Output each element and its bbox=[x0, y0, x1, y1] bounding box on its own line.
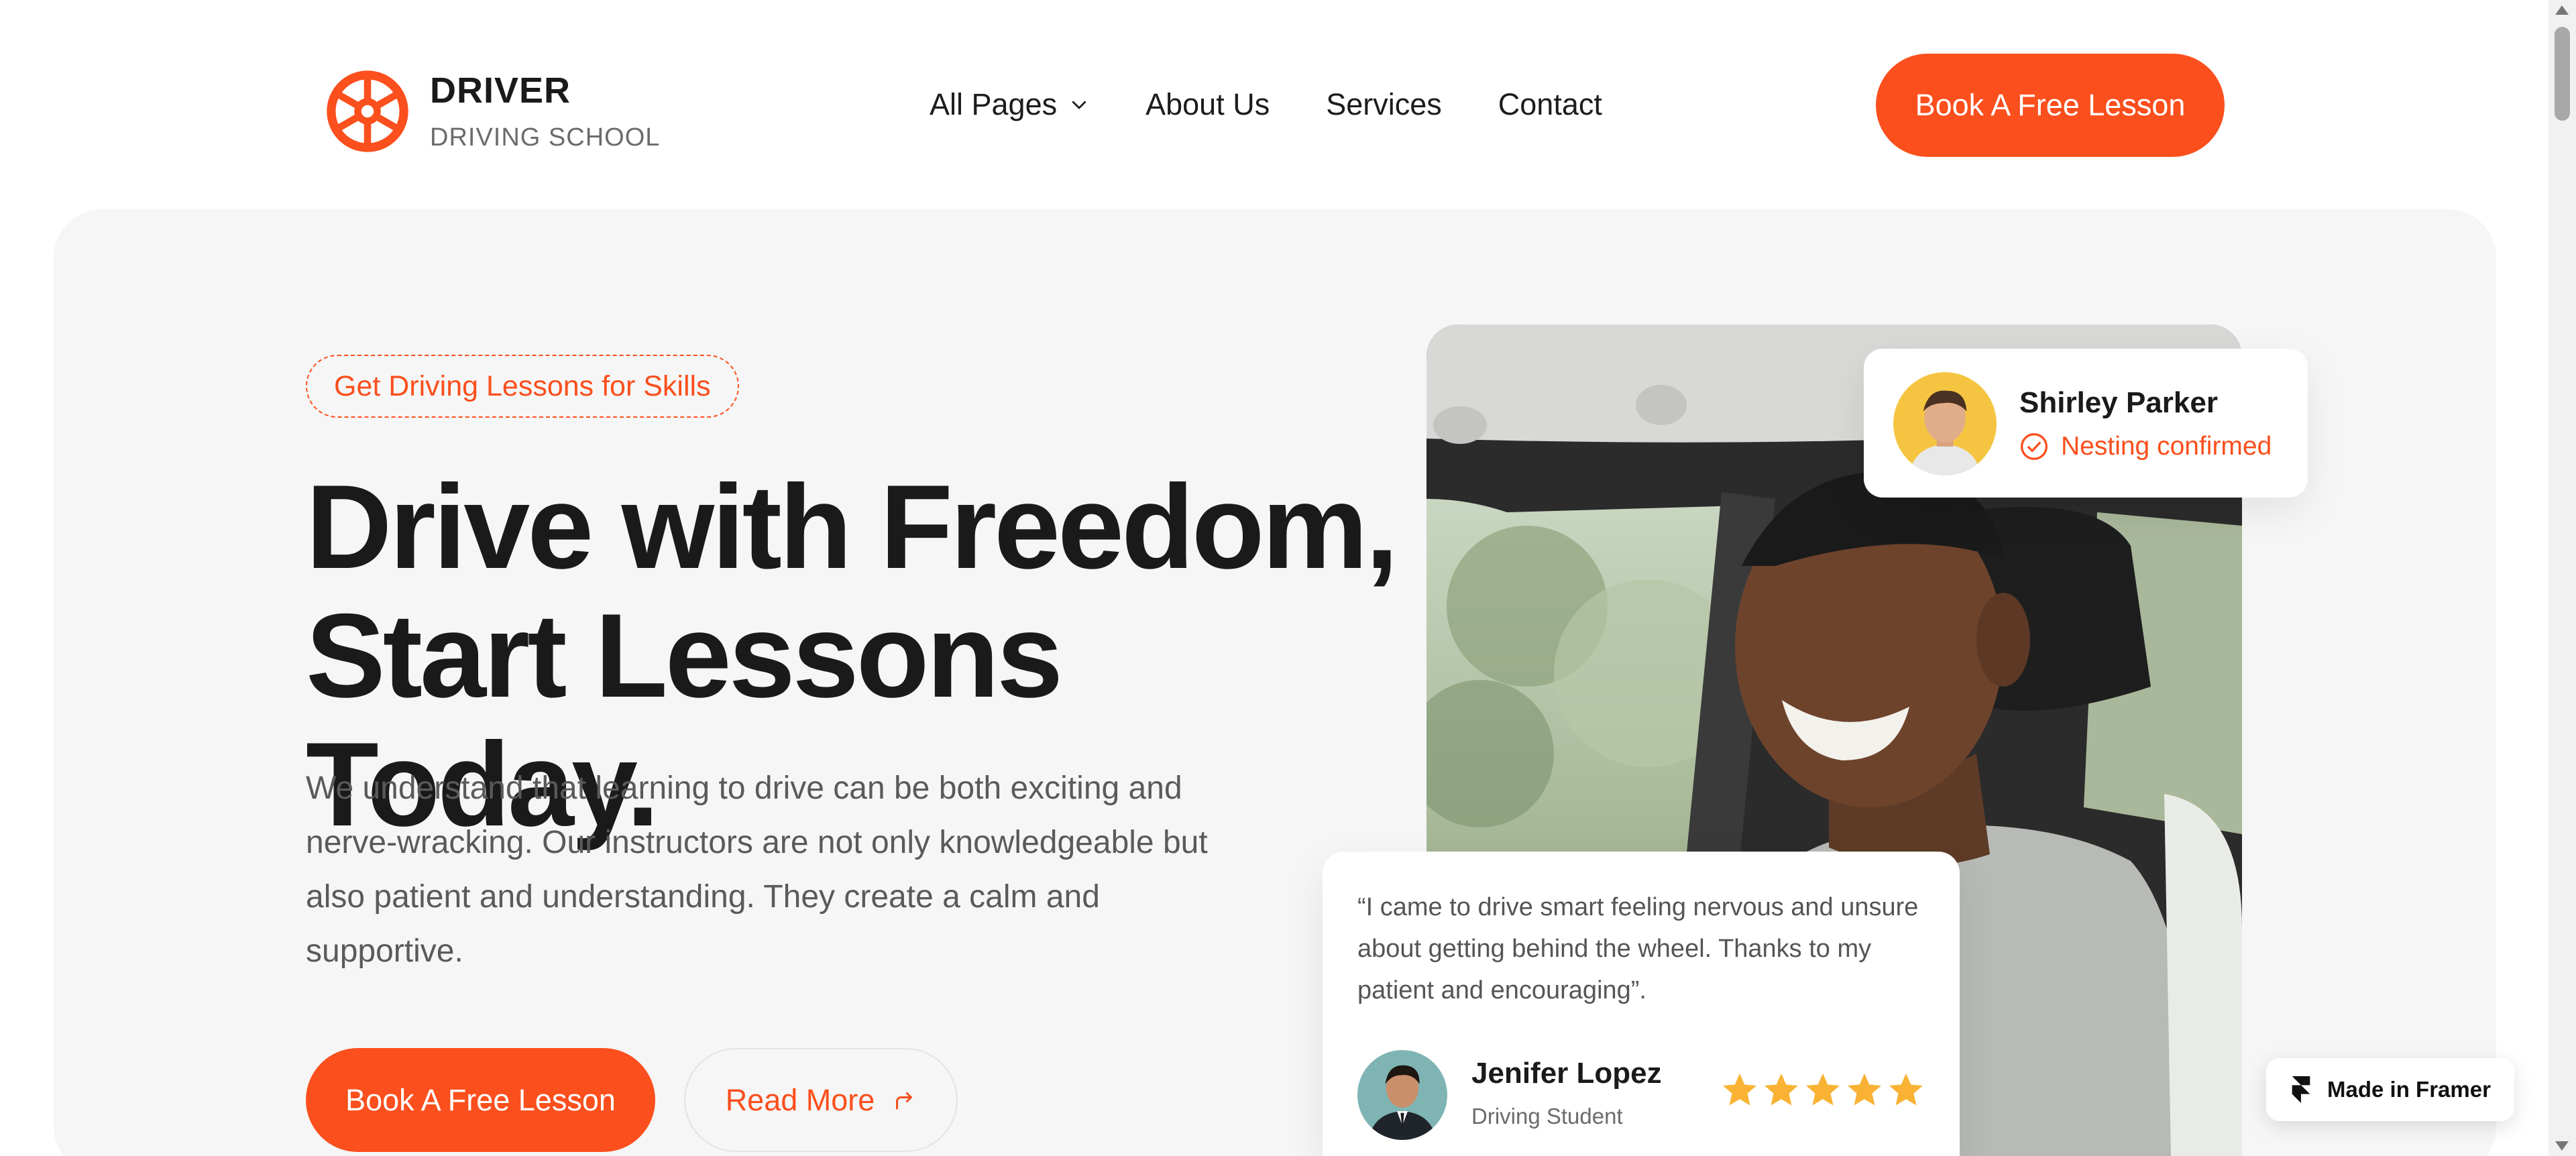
hero-description: We understand that learning to drive can… bbox=[306, 770, 1208, 969]
rating-stars bbox=[1720, 1070, 1927, 1110]
star-icon bbox=[1848, 1074, 1881, 1106]
status-text: Nesting confirmed bbox=[2061, 432, 2272, 461]
brand-tagline: DRIVING SCHOOL bbox=[430, 123, 661, 152]
scrollbar[interactable] bbox=[2549, 0, 2576, 1156]
headline-line-1: Drive with Freedom, bbox=[306, 460, 1398, 593]
chevron-down-icon bbox=[1072, 101, 1086, 109]
user-confirmation-card: Shirley Parker Nesting confirmed bbox=[1864, 349, 2308, 498]
framer-logo-icon bbox=[2292, 1076, 2310, 1103]
nav-item-all-pages[interactable]: All Pages bbox=[930, 87, 1089, 122]
reviewer-name: Jenifer Lopez bbox=[1471, 1057, 1662, 1090]
read-more-label: Read More bbox=[725, 1082, 875, 1117]
steering-wheel-icon bbox=[327, 70, 408, 152]
star-icon bbox=[1806, 1074, 1840, 1106]
scroll-up-arrow[interactable] bbox=[2555, 5, 2569, 15]
book-lesson-header-button[interactable]: Book A Free Lesson bbox=[1876, 54, 2225, 157]
scroll-down-arrow[interactable] bbox=[2555, 1141, 2569, 1151]
status-badge: Nesting confirmed bbox=[2019, 432, 2272, 461]
site-header: DRIVER DRIVING SCHOOL All Pages About Us… bbox=[0, 0, 2549, 209]
avatar bbox=[1893, 372, 1997, 475]
brand-logo[interactable]: DRIVER DRIVING SCHOOL bbox=[323, 67, 660, 156]
main-nav: All Pages About Us Services Contact bbox=[930, 84, 1602, 125]
avatar-illustration bbox=[1893, 372, 1997, 475]
badge-label: Made in Framer bbox=[2327, 1077, 2491, 1102]
book-lesson-hero-button[interactable]: Book A Free Lesson bbox=[306, 1048, 655, 1152]
nav-item-label: Services bbox=[1326, 87, 1442, 121]
nav-item-services[interactable]: Services bbox=[1326, 87, 1442, 122]
nav-item-about-us[interactable]: About Us bbox=[1145, 87, 1270, 122]
nav-item-label: Contact bbox=[1498, 87, 1602, 121]
testimonial-card: “I came to drive smart feeling nervous a… bbox=[1323, 852, 1960, 1156]
scroll-thumb[interactable] bbox=[2555, 27, 2570, 121]
star-icon bbox=[1723, 1074, 1756, 1106]
avatar bbox=[1357, 1050, 1447, 1140]
hero-tag: Get Driving Lessons for Skills bbox=[306, 355, 739, 418]
read-more-button[interactable]: Read More bbox=[684, 1048, 958, 1152]
user-name: Shirley Parker bbox=[2019, 386, 2218, 419]
made-in-framer-badge[interactable]: Made in Framer bbox=[2266, 1058, 2514, 1121]
brand-text: DRIVER DRIVING SCHOOL bbox=[430, 72, 660, 150]
nav-item-label: All Pages bbox=[930, 87, 1058, 121]
testimonial-quote: “I came to drive smart feeling nervous a… bbox=[1357, 893, 1919, 1004]
nav-item-label: About Us bbox=[1145, 87, 1270, 121]
avatar-illustration bbox=[1357, 1050, 1447, 1140]
star-icon bbox=[1765, 1074, 1798, 1106]
arrow-turn-right-icon bbox=[896, 1092, 913, 1109]
nav-item-contact[interactable]: Contact bbox=[1498, 87, 1602, 122]
reviewer-role: Driving Student bbox=[1471, 1104, 1623, 1129]
brand-name: DRIVER bbox=[430, 70, 571, 111]
check-circle-icon bbox=[2021, 433, 2048, 460]
star-icon bbox=[1889, 1074, 1923, 1106]
